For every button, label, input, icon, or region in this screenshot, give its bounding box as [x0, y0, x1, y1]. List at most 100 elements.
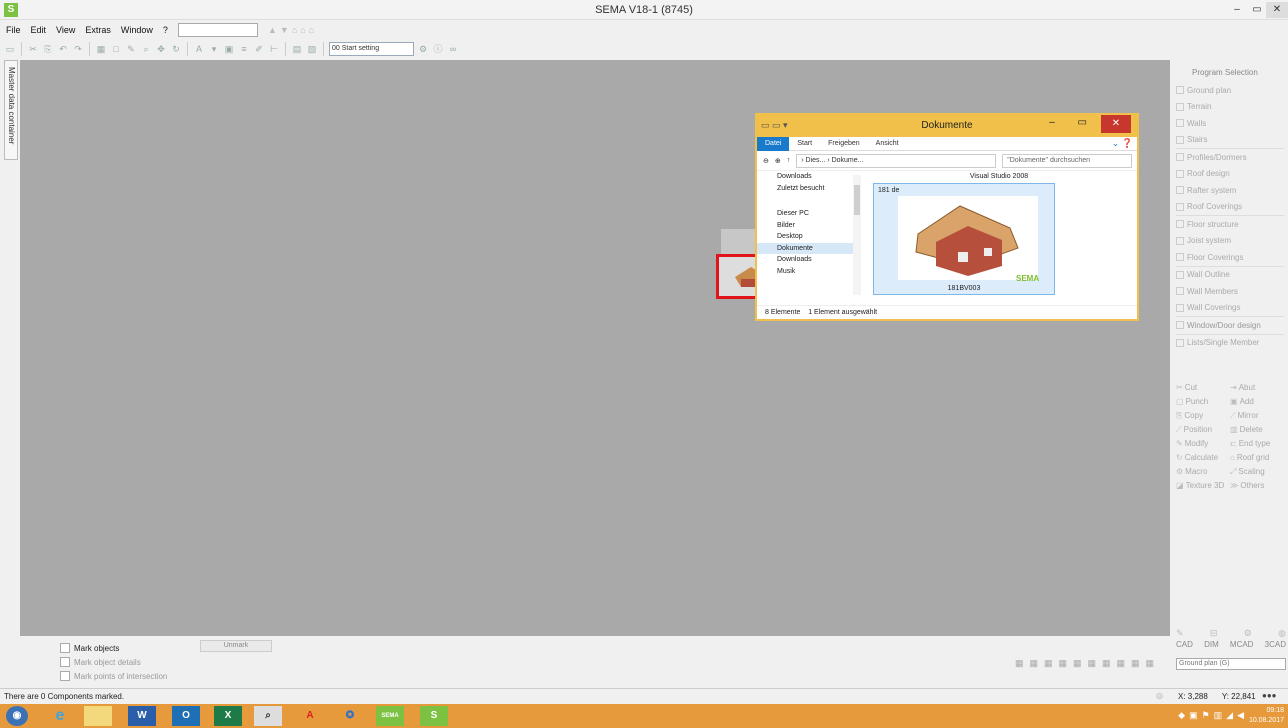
menu-window[interactable]: Window: [121, 25, 153, 35]
sema-taskbar-icon[interactable]: SEMA: [376, 706, 404, 726]
prog-joist-system[interactable]: Joist system: [1172, 233, 1288, 250]
prog-walls[interactable]: Walls: [1172, 115, 1288, 132]
system-tray-icons[interactable]: ◆▣⚑▥◢◀: [1178, 710, 1248, 721]
calc-icon[interactable]: ▤: [291, 43, 303, 55]
window-icon[interactable]: ▣: [223, 43, 235, 55]
explorer-minmax[interactable]: – ▭: [1049, 117, 1097, 128]
excel-icon[interactable]: X: [214, 706, 242, 726]
rotate-icon[interactable]: ↻: [170, 43, 182, 55]
mark-objects-row[interactable]: Mark objects: [60, 642, 119, 654]
mark-details-row[interactable]: Mark object details: [60, 656, 141, 668]
nav-zuletzt-besucht[interactable]: Zuletzt besucht: [757, 183, 853, 195]
cut-icon[interactable]: ✂: [27, 43, 39, 55]
prog-roof-design[interactable]: Roof design: [1172, 166, 1288, 183]
cmd-roof-grid[interactable]: ⌂ Roof grid: [1230, 452, 1284, 463]
cad-icon[interactable]: ✎: [1176, 628, 1184, 639]
prog-ground-plan[interactable]: Ground plan: [1172, 82, 1288, 99]
word-icon[interactable]: W: [128, 706, 156, 726]
start-setting-select[interactable]: 00 Start setting: [329, 42, 414, 56]
layer-combo[interactable]: [177, 22, 258, 37]
3cad-icon[interactable]: ◍: [1278, 628, 1286, 639]
cmd-add[interactable]: ▣ Add: [1230, 396, 1284, 407]
measure-icon[interactable]: ⊢: [268, 43, 280, 55]
nav-scrollbar[interactable]: [853, 175, 861, 295]
cad-mode-cad[interactable]: CAD: [1176, 640, 1193, 649]
text-icon[interactable]: A: [193, 43, 205, 55]
cad-mode-3cad[interactable]: 3CAD: [1265, 640, 1286, 649]
binoculars-icon[interactable]: ∞: [447, 43, 459, 55]
cmd-delete[interactable]: ▥ Delete: [1230, 424, 1284, 435]
info-icon[interactable]: ⓘ: [432, 43, 444, 55]
outlook-icon[interactable]: O: [172, 706, 200, 726]
menu-extras[interactable]: Extras: [85, 25, 111, 35]
prog-stairs[interactable]: Stairs: [1172, 132, 1288, 149]
prog-floor-structure[interactable]: Floor structure: [1172, 216, 1288, 233]
prog-floor-coverings[interactable]: Floor Coverings: [1172, 249, 1288, 266]
nav-musik[interactable]: Musik: [757, 266, 853, 278]
zoom-icon[interactable]: ⌕: [140, 43, 152, 55]
prog-terrain[interactable]: Terrain: [1172, 99, 1288, 116]
cmd-calculate[interactable]: ↻ Calculate: [1176, 452, 1230, 463]
grid-icon[interactable]: ▦: [95, 43, 107, 55]
cmd-cut[interactable]: ✂ Cut: [1176, 382, 1230, 393]
undo-icon[interactable]: ↶: [57, 43, 69, 55]
redo-icon[interactable]: ↷: [72, 43, 84, 55]
cmd-modify[interactable]: ✎ Modify: [1176, 438, 1230, 449]
cad-mode-mcad[interactable]: MCAD: [1230, 640, 1254, 649]
pen-icon[interactable]: ✐: [253, 43, 265, 55]
tab-freigeben[interactable]: Freigeben: [820, 140, 868, 147]
prog-wall-coverings[interactable]: Wall Coverings: [1172, 300, 1288, 317]
open-icon[interactable]: ▭: [4, 43, 16, 55]
tab-datei[interactable]: Datei: [757, 136, 790, 151]
view-select[interactable]: Ground plan (G): [1176, 658, 1286, 670]
rect-icon[interactable]: □: [110, 43, 122, 55]
nav-downloads-2[interactable]: Downloads: [757, 254, 853, 266]
edit-icon[interactable]: ✎: [125, 43, 137, 55]
autocad-icon[interactable]: A: [296, 706, 324, 726]
menu-edit[interactable]: Edit: [31, 25, 47, 35]
menu-view[interactable]: View: [56, 25, 75, 35]
up-icon[interactable]: ↑: [787, 157, 791, 164]
search-input[interactable]: "Dokumente" durchsuchen: [1002, 153, 1133, 168]
browser-icon[interactable]: ✪: [336, 706, 364, 726]
file-explorer-icon[interactable]: [84, 706, 112, 726]
view-icon[interactable]: ▧: [306, 43, 318, 55]
forward-icon[interactable]: ⊕: [775, 157, 781, 165]
cmd-scaling[interactable]: ⤢ Scaling: [1230, 466, 1284, 477]
cmd-texture-3d[interactable]: ◪ Texture 3D: [1176, 480, 1230, 491]
minimize-button[interactable]: –: [1226, 2, 1248, 18]
prog-profiles-dormers[interactable]: Profiles/Dormers: [1172, 149, 1288, 166]
settings-icon[interactable]: ⚙: [417, 43, 429, 55]
maximize-button[interactable]: ▭: [1246, 2, 1268, 18]
nav-dokumente[interactable]: Dokumente: [757, 242, 853, 254]
program-selection-header[interactable]: Program Selection: [1172, 60, 1288, 82]
prog-rafter-system[interactable]: Rafter system: [1172, 182, 1288, 199]
prog-roof-coverings[interactable]: Roof Coverings: [1172, 199, 1288, 216]
dim-icon[interactable]: ⊟: [1210, 628, 1218, 639]
file-explorer-window[interactable]: ▭ ▭ ▾ Dokumente – ▭ ✕ Datei Start Freige…: [755, 113, 1139, 321]
nav-bilder[interactable]: Bilder: [757, 220, 853, 232]
file-item-181bv003[interactable]: 181 de SEMA 181BV003: [873, 183, 1055, 295]
explorer-close-button[interactable]: ✕: [1101, 115, 1131, 133]
cad-mode-dim[interactable]: DIM: [1204, 640, 1219, 649]
nav-dieser-pc[interactable]: Dieser PC: [757, 208, 853, 220]
prog-window-door-design[interactable]: Window/Door design: [1172, 317, 1288, 334]
clock[interactable]: 09:18 10.08.2017: [1249, 706, 1284, 726]
sema-app-icon[interactable]: S: [420, 706, 448, 726]
prog-wall-outline[interactable]: Wall Outline: [1172, 267, 1288, 284]
nav-downloads[interactable]: Downloads: [757, 171, 853, 183]
unmark-button[interactable]: Unmark: [200, 640, 272, 652]
master-data-container-tab[interactable]: Master data container: [4, 60, 18, 160]
nav-desktop[interactable]: Desktop: [757, 231, 853, 243]
cmd-punch[interactable]: ▢ Punch: [1176, 396, 1230, 407]
search-app-icon[interactable]: ⌕: [254, 706, 282, 726]
move-icon[interactable]: ✥: [155, 43, 167, 55]
cmd-copy[interactable]: ⎘ Copy: [1176, 410, 1230, 421]
cmd-macro[interactable]: ⚙ Macro: [1176, 466, 1230, 477]
close-button[interactable]: ✕: [1266, 2, 1288, 18]
ie-icon[interactable]: e: [46, 706, 74, 726]
layers-icon[interactable]: ≡: [238, 43, 250, 55]
start-button[interactable]: ◉: [6, 706, 28, 726]
help-icon[interactable]: ⌄ ❓: [1112, 138, 1133, 149]
cmd-end-type[interactable]: ⊏ End type: [1230, 438, 1284, 449]
